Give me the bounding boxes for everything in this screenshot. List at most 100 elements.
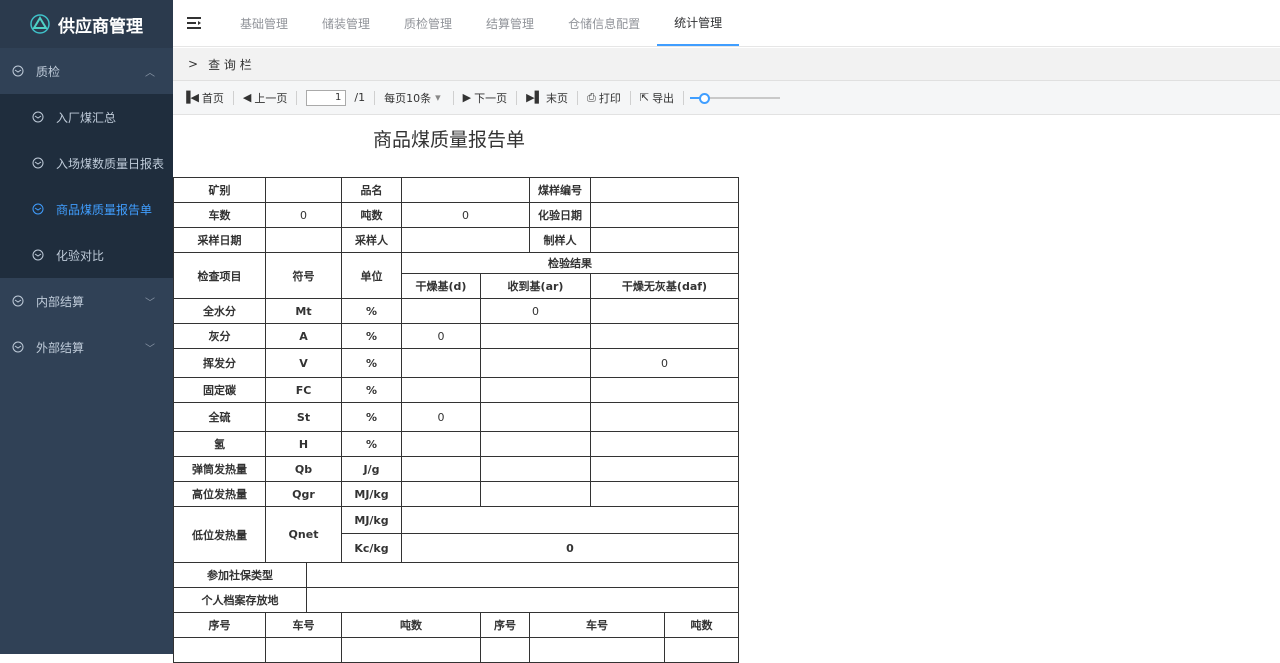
cell-label: 干燥无灰基(daf) bbox=[590, 273, 739, 299]
value-daf bbox=[590, 323, 739, 349]
item-unit: % bbox=[341, 431, 402, 457]
item-symbol: Qnet bbox=[265, 506, 342, 563]
value-dry bbox=[401, 348, 481, 378]
cell-label: 吨数 bbox=[341, 202, 402, 228]
last-page-icon: ▶▌ bbox=[526, 91, 544, 104]
sample-date-value bbox=[265, 227, 342, 253]
first-page-button[interactable]: ▐◀ 首页 bbox=[173, 81, 233, 114]
item-unit: % bbox=[341, 323, 402, 349]
first-page-icon: ▐◀ bbox=[182, 91, 199, 104]
item-symbol: Mt bbox=[265, 298, 342, 324]
next-page-label: 下一页 bbox=[474, 91, 508, 105]
item-unit: % bbox=[341, 348, 402, 378]
cell-label: 参加社保类型 bbox=[173, 562, 307, 588]
cell-label: 收到基(ar) bbox=[480, 273, 591, 299]
sidebar-group-label: 内部结算 bbox=[36, 294, 85, 309]
sidebar-submenu-quality: 入厂煤汇总 入场煤数质量日报表 商品煤质量报告单 化验对比 bbox=[0, 94, 173, 278]
table-row: 车数 0 吨数 0 化验日期 bbox=[173, 202, 739, 228]
cell-label: 检验结果 bbox=[401, 252, 739, 274]
box-icon bbox=[12, 295, 24, 307]
value-ar: 0 bbox=[480, 298, 591, 324]
sidebar-group-internal-settlement[interactable]: 内部结算 ﹀ bbox=[0, 278, 173, 324]
page-total: /1 bbox=[354, 91, 366, 104]
cell-label: 煤样编号 bbox=[529, 177, 591, 203]
qnet-value-kc: 0 bbox=[401, 533, 739, 563]
query-bar-label: 查 询 栏 bbox=[208, 57, 252, 72]
detail-cell bbox=[664, 637, 739, 663]
report-area: 商品煤质量报告单 矿别 品名 煤样编号 车数 0 吨数 0 化验日期 采样日期 … bbox=[173, 115, 1280, 663]
cell-label: 单位 bbox=[341, 252, 402, 299]
value-dry bbox=[401, 456, 481, 482]
sidebar-group-quality[interactable]: 质检 ︿ bbox=[0, 48, 173, 94]
item-unit: % bbox=[341, 377, 402, 403]
value-ar bbox=[480, 323, 591, 349]
value-dry: 0 bbox=[401, 402, 481, 432]
value-ar bbox=[480, 348, 591, 378]
item-symbol: H bbox=[265, 431, 342, 457]
value-ar bbox=[480, 481, 591, 507]
table-row bbox=[173, 637, 739, 663]
top-navbar: 基础管理 储装管理 质检管理 结算管理 仓储信息配置 统计管理 bbox=[173, 0, 1280, 47]
cell-label: 序号 bbox=[173, 612, 266, 638]
sidebar-item-label: 入厂煤汇总 bbox=[56, 110, 117, 125]
report-title: 商品煤质量报告单 bbox=[373, 129, 526, 151]
last-page-button[interactable]: ▶▌ 末页 bbox=[517, 81, 577, 114]
zoom-slider[interactable] bbox=[690, 91, 781, 105]
sidebar-group-external-settlement[interactable]: 外部结算 ﹀ bbox=[0, 324, 173, 370]
item-name: 弹筒发热量 bbox=[173, 456, 266, 482]
item-unit: % bbox=[341, 402, 402, 432]
export-button[interactable]: ⇱ 导出 bbox=[631, 81, 683, 114]
item-name: 氢 bbox=[173, 431, 266, 457]
value-daf bbox=[590, 377, 739, 403]
table-row: 全硫 St % 0 bbox=[173, 402, 739, 432]
zoom-slider-handle[interactable] bbox=[699, 92, 711, 104]
chevron-right-icon[interactable]: > bbox=[188, 57, 198, 71]
sidebar-item-inbound-summary[interactable]: 入厂煤汇总 bbox=[0, 94, 173, 140]
table-row: 序号 车号 吨数 序号 车号 吨数 bbox=[173, 612, 739, 638]
quality-report-table: 矿别 品名 煤样编号 车数 0 吨数 0 化验日期 采样日期 采样人 制样人 检… bbox=[173, 177, 739, 663]
nav-warehouse-config[interactable]: 仓储信息配置 bbox=[551, 0, 657, 46]
nav-storage-management[interactable]: 储装管理 bbox=[305, 0, 387, 46]
page-indicator: 1 /1 bbox=[297, 81, 374, 114]
cell-label: 矿别 bbox=[173, 177, 266, 203]
value-dry bbox=[401, 431, 481, 457]
per-page-select[interactable]: 每页10条 ▾ bbox=[375, 81, 453, 114]
nav-quality-management[interactable]: 质检管理 bbox=[387, 0, 469, 46]
cell-label: 采样人 bbox=[341, 227, 402, 253]
value-ar bbox=[480, 377, 591, 403]
nav-basic-management[interactable]: 基础管理 bbox=[223, 0, 305, 46]
logo-triangle-icon bbox=[30, 14, 50, 34]
nav-settlement-management[interactable]: 结算管理 bbox=[469, 0, 551, 46]
toolbar-divider bbox=[683, 90, 685, 105]
value-ar bbox=[480, 431, 591, 457]
query-bar[interactable]: > 查 询 栏 bbox=[173, 48, 1280, 81]
detail-cell bbox=[265, 637, 342, 663]
sidebar-item-label: 化验对比 bbox=[56, 248, 105, 263]
item-symbol: Qgr bbox=[265, 481, 342, 507]
page-number-input[interactable]: 1 bbox=[306, 89, 347, 106]
prev-page-button[interactable]: ◀ 上一页 bbox=[234, 81, 296, 114]
chevron-down-icon: ﹀ bbox=[145, 343, 155, 355]
sidebar-item-daily-report[interactable]: 入场煤数质量日报表 bbox=[0, 140, 173, 186]
cell-label: 车号 bbox=[529, 612, 665, 638]
item-name: 高位发热量 bbox=[173, 481, 266, 507]
cell-label: 干燥基(d) bbox=[401, 273, 481, 299]
table-row: 挥发分 V % 0 bbox=[173, 348, 739, 378]
insurance-value bbox=[306, 562, 739, 588]
prev-page-label: 上一页 bbox=[254, 91, 288, 105]
top-nav-menu: 基础管理 储装管理 质检管理 结算管理 仓储信息配置 统计管理 bbox=[223, 0, 740, 46]
preparer-value bbox=[590, 227, 739, 253]
app-title: 供应商管理 bbox=[58, 16, 143, 37]
sidebar: 供应商管理 质检 ︿ 入厂煤汇总 入场煤数质量日报表 商品煤质量报告单 化验对比… bbox=[0, 0, 173, 654]
nav-statistics-management[interactable]: 统计管理 bbox=[657, 0, 740, 46]
sidebar-item-quality-report[interactable]: 商品煤质量报告单 bbox=[0, 186, 173, 232]
detail-cell bbox=[341, 637, 481, 663]
item-unit: J/g bbox=[341, 456, 402, 482]
item-name: 全硫 bbox=[173, 402, 266, 432]
sidebar-item-lab-compare[interactable]: 化验对比 bbox=[0, 232, 173, 278]
print-button[interactable]: ⎙ 打印 bbox=[578, 81, 630, 114]
item-symbol: St bbox=[265, 402, 342, 432]
menu-toggle-icon[interactable] bbox=[187, 17, 201, 29]
next-page-button[interactable]: ▶ 下一页 bbox=[454, 81, 516, 114]
first-page-label: 首页 bbox=[201, 91, 224, 105]
